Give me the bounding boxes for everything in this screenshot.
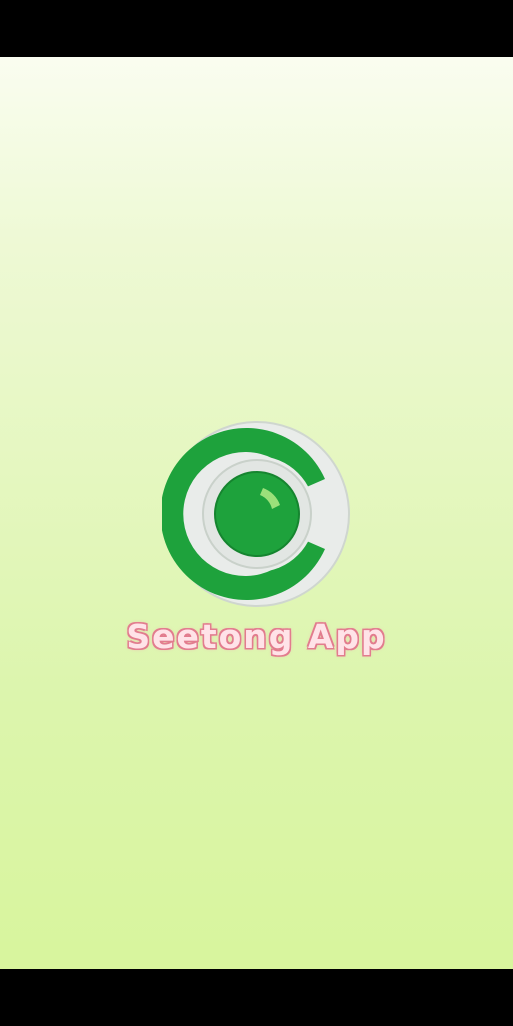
status-bar: [0, 0, 513, 57]
splash-screen: Seetong App: [0, 0, 513, 1026]
seetong-camera-logo-icon: [162, 421, 350, 607]
app-name-title: Seetong App: [126, 617, 387, 656]
navigation-bar: [0, 969, 513, 1026]
splash-background: Seetong App: [0, 57, 513, 969]
